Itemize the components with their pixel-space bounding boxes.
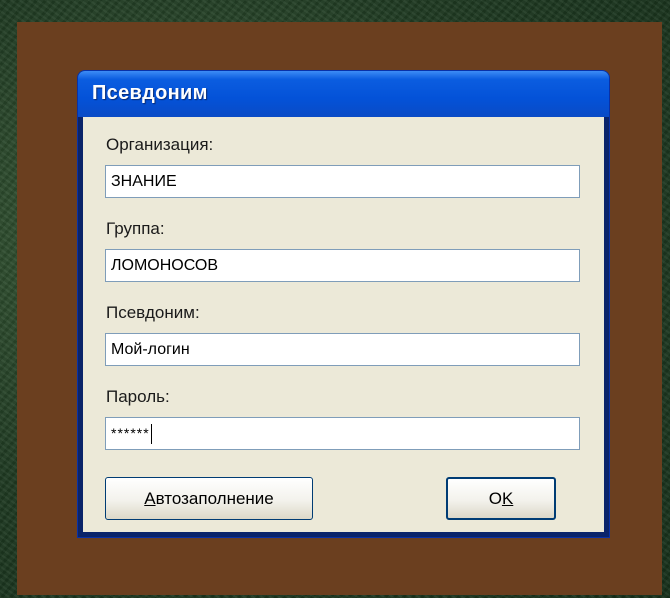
title-bar[interactable]: Псевдоним (78, 71, 609, 117)
alias-value: Мой-логин (111, 341, 190, 358)
autofill-button[interactable]: Автозаполнение (105, 477, 313, 520)
organization-value: ЗНАНИЕ (111, 173, 177, 190)
alias-field[interactable]: Мой-логин (105, 333, 580, 366)
alias-label: Псевдоним: (106, 303, 200, 322)
group-field[interactable]: ЛОМОНОСОВ (105, 249, 580, 282)
text-caret (150, 424, 152, 445)
group-value: ЛОМОНОСОВ (111, 257, 219, 274)
password-value: ****** (111, 425, 150, 441)
password-field[interactable]: ****** (105, 417, 580, 450)
alias-dialog: Псевдоним Организация: ЗНАНИЕ Группа: ЛО… (78, 71, 609, 537)
organization-label: Организация: (106, 135, 214, 154)
organization-field[interactable]: ЗНАНИЕ (105, 165, 580, 198)
group-label: Группа: (106, 219, 165, 238)
autofill-mnemonic: А (144, 488, 156, 508)
dialog-body: Организация: ЗНАНИЕ Группа: ЛОМОНОСОВ Пс… (83, 117, 604, 532)
autofill-label: втозаполнение (155, 488, 274, 508)
dialog-title: Псевдоним (92, 82, 208, 104)
ok-button[interactable]: OK (446, 477, 556, 520)
password-label: Пароль: (106, 387, 170, 406)
ok-label-first: O (488, 488, 502, 508)
ok-mnemonic: K (501, 488, 514, 508)
